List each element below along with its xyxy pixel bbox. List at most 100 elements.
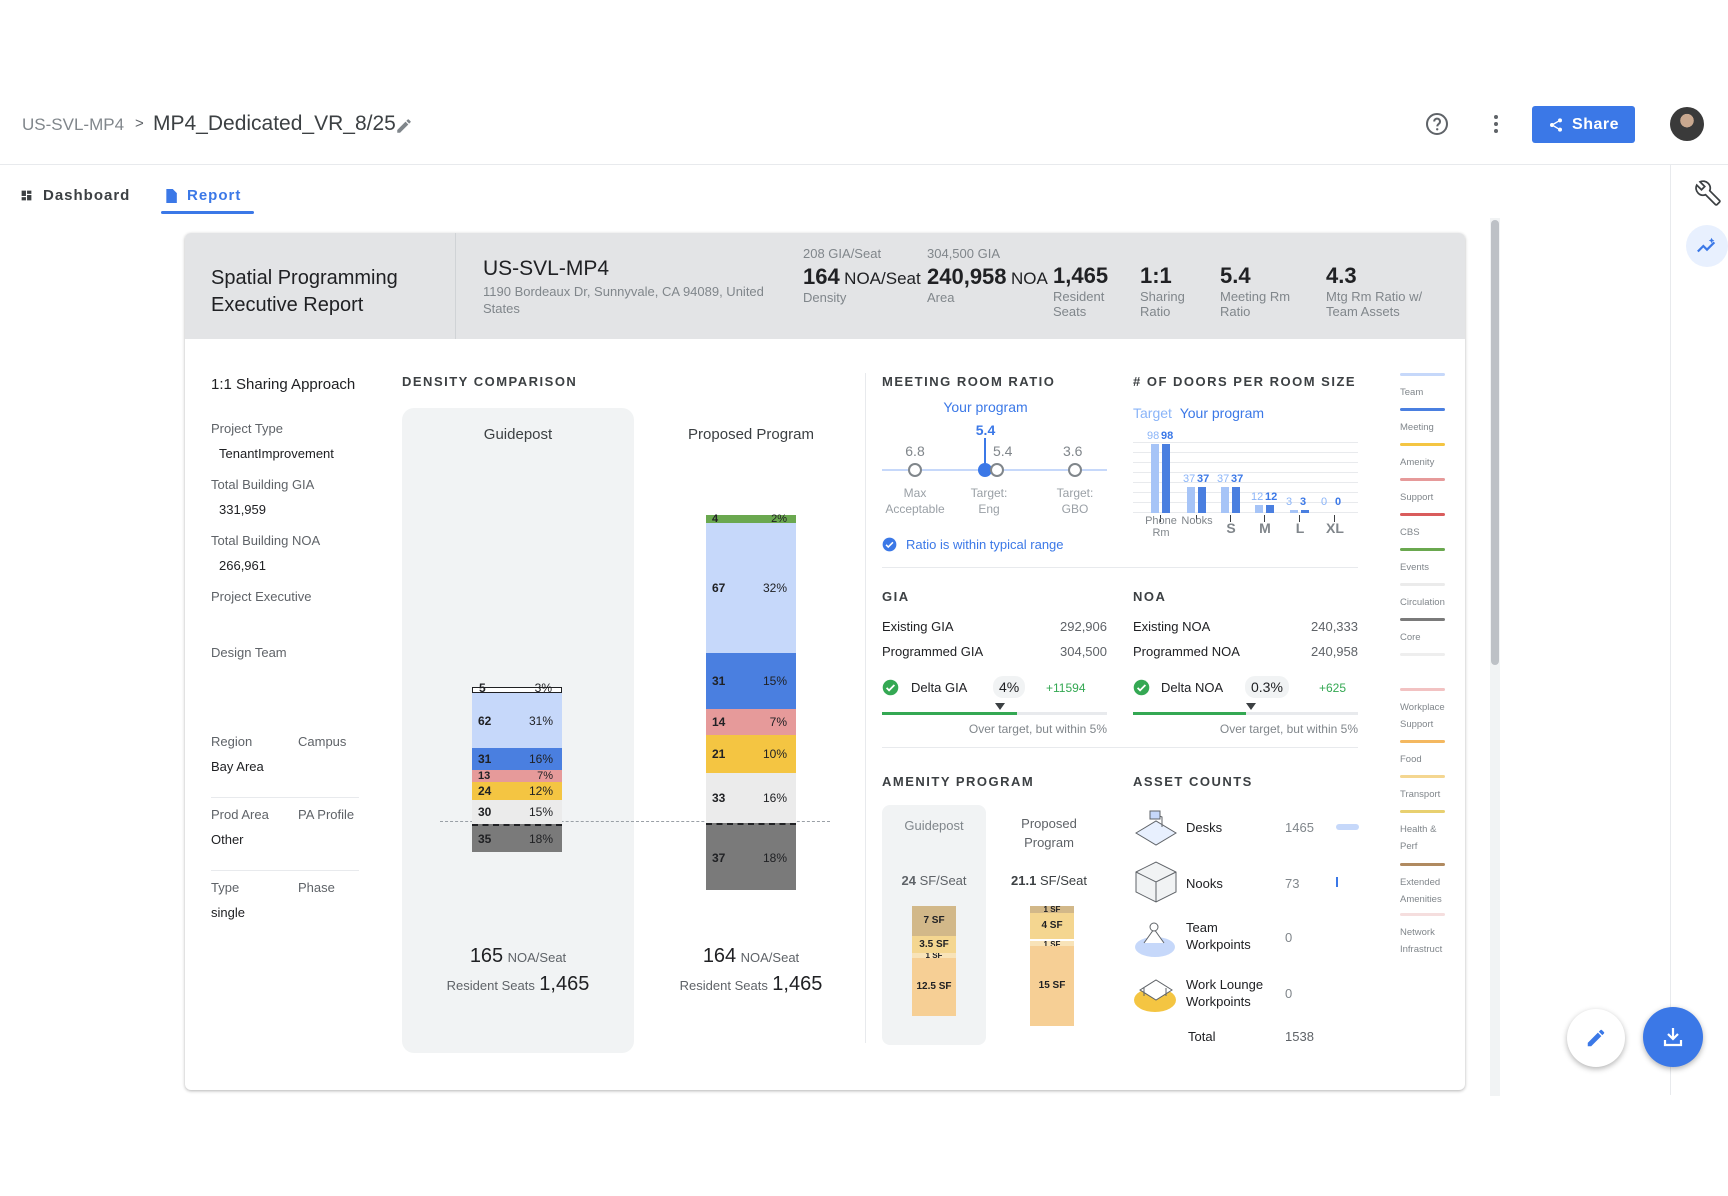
stat-mtg-ratio-value: 4.3 — [1326, 263, 1357, 288]
seg-pct: 7% — [537, 770, 553, 782]
legend-swatch — [1400, 653, 1445, 656]
doors-program-bar — [1198, 487, 1206, 513]
guidepost-seg-support: 13 7% — [472, 770, 562, 782]
amenity-seg-health: 1 SF — [1030, 939, 1074, 946]
type-label: Type — [211, 880, 240, 895]
insights-icon — [1697, 237, 1716, 253]
seg-value: 24 — [478, 784, 492, 798]
delta-noa-pct: 0.3% — [1245, 676, 1289, 698]
region-label: Region — [211, 734, 253, 749]
doors-program-bar — [1232, 487, 1240, 513]
report-title-line2: Executive Report — [211, 294, 364, 316]
programmed-gia-label: Programmed GIA — [882, 644, 984, 659]
more-options-icon[interactable] — [1484, 112, 1508, 136]
legend-swatch — [1400, 688, 1445, 691]
doors-target-value: 37 — [1183, 473, 1196, 486]
stat-mtg-ratio-label1: Mtg Rm Ratio w/ — [1326, 289, 1423, 304]
seg-pct: 32% — [762, 581, 787, 595]
amenity-guidepost-stack: 7 SF 3.5 SF 1 SF 12.5 SF — [912, 906, 956, 1016]
delta-noa-value: +625 — [1319, 681, 1347, 695]
region-value: Bay Area — [211, 759, 264, 774]
doors-target-value: 37 — [1217, 473, 1230, 486]
asset-lounge-value: 0 — [1285, 986, 1293, 1001]
doors-program-bar — [1266, 504, 1274, 513]
seg-value: 31 — [478, 752, 492, 766]
legend-swatch — [1400, 740, 1445, 743]
proposed-seats-label: Resident Seats — [679, 978, 768, 993]
team-workpoint-icon — [1135, 922, 1175, 957]
insights-button[interactable] — [1686, 225, 1728, 267]
seg-pct: 16% — [762, 791, 787, 805]
noa-pointer — [1246, 703, 1256, 710]
noa-bar-track — [1133, 712, 1358, 715]
divider — [882, 567, 1358, 568]
programmed-gia-value: 304,500 — [1060, 644, 1107, 659]
avatar[interactable] — [1670, 107, 1704, 141]
wrench-icon[interactable] — [1695, 180, 1721, 206]
seg-pct: 7% — [769, 715, 787, 729]
download-fab[interactable] — [1643, 1007, 1703, 1067]
programmed-noa-value: 240,958 — [1311, 644, 1358, 659]
report-card: Spatial Programming Executive Report US-… — [185, 233, 1465, 1090]
asset-desks-value: 1465 — [1285, 820, 1314, 835]
lounge-icon — [1134, 979, 1176, 1012]
gbo-label-line1: Target: — [1056, 486, 1094, 500]
total-gia-value: 331,959 — [219, 502, 266, 517]
scrollbar-thumb[interactable] — [1491, 220, 1499, 665]
doors-target-value: 0 — [1321, 496, 1328, 508]
tab-report-label: Report — [187, 187, 242, 204]
total-noa-value: 266,961 — [219, 558, 266, 573]
breadcrumb[interactable]: US-SVL-MP4 — [22, 115, 124, 135]
proposed-seats-value: 1,465 — [772, 973, 823, 995]
tab-dashboard[interactable]: Dashboard — [20, 187, 130, 204]
delta-gia-pct: 4% — [993, 676, 1026, 698]
guidepost-seats-value: 1,465 — [539, 973, 590, 995]
max-label-line2: Acceptable — [885, 502, 945, 516]
sharing-approach: 1:1 Sharing Approach — [211, 376, 356, 393]
tab-report[interactable]: Report — [165, 187, 241, 204]
doors-target-bar — [1187, 487, 1195, 513]
stat-seats: 1,465 Resident Seats — [1053, 263, 1108, 319]
divider — [882, 747, 1358, 748]
seg-value: 35 — [478, 832, 492, 846]
guidepost-seats: Resident Seats 1,465 — [402, 973, 634, 996]
gia-bar-fill — [882, 712, 1017, 715]
document-icon — [166, 188, 177, 203]
doors-category-line1: XL — [1326, 520, 1344, 536]
guidepost-noa-unit: NOA/Seat — [507, 950, 567, 965]
stat-density: 208 GIA/Seat 164 NOA/Seat Density — [803, 246, 921, 305]
seg-pct: 12% — [528, 784, 553, 798]
legend-item: Circulation — [1400, 583, 1460, 611]
eng-value: 5.4 — [993, 443, 1013, 459]
stat-sharing: 1:1 Sharing Ratio — [1140, 263, 1185, 319]
stat-area-value: 240,958 — [927, 264, 1007, 289]
programmed-noa-label: Programmed NOA — [1133, 644, 1240, 659]
doors-target-bar — [1290, 510, 1298, 513]
seg-value: 21 — [712, 747, 726, 761]
legend-item: Support — [1400, 478, 1460, 506]
report-header: Spatial Programming Executive Report US-… — [185, 233, 1465, 339]
max-label: Max Acceptable — [875, 485, 955, 517]
stat-meeting-label1: Meeting Rm — [1220, 289, 1291, 304]
seg-pct: 15% — [762, 674, 787, 688]
share-button[interactable]: Share — [1532, 106, 1635, 143]
stat-density-label: Density — [803, 290, 847, 305]
edit-title-icon[interactable] — [395, 117, 413, 135]
doors-program-value: 0 — [1335, 496, 1342, 508]
noa-bar-fill — [1133, 712, 1246, 715]
seg-value: 67 — [712, 581, 726, 595]
scrollbar[interactable] — [1490, 218, 1500, 1096]
doors-program-value: 3 — [1300, 496, 1307, 508]
edit-fab[interactable] — [1567, 1009, 1625, 1067]
help-icon[interactable] — [1425, 112, 1449, 136]
asset-team-value: 0 — [1285, 930, 1293, 945]
gbo-marker — [1068, 463, 1082, 477]
dashboard-icon — [21, 190, 32, 201]
guidepost-label: Guidepost — [483, 426, 553, 443]
site-address: 1190 Bordeaux Dr, Sunnyvale, CA 94089, U… — [483, 284, 764, 316]
seg-pct: 16% — [528, 752, 553, 766]
ratio-status: Ratio is within typical range — [906, 537, 1064, 552]
legend-label: Core — [1400, 632, 1421, 643]
delta-gia-value: +11594 — [1046, 681, 1086, 695]
site-name: US-SVL-MP4 — [483, 257, 610, 280]
